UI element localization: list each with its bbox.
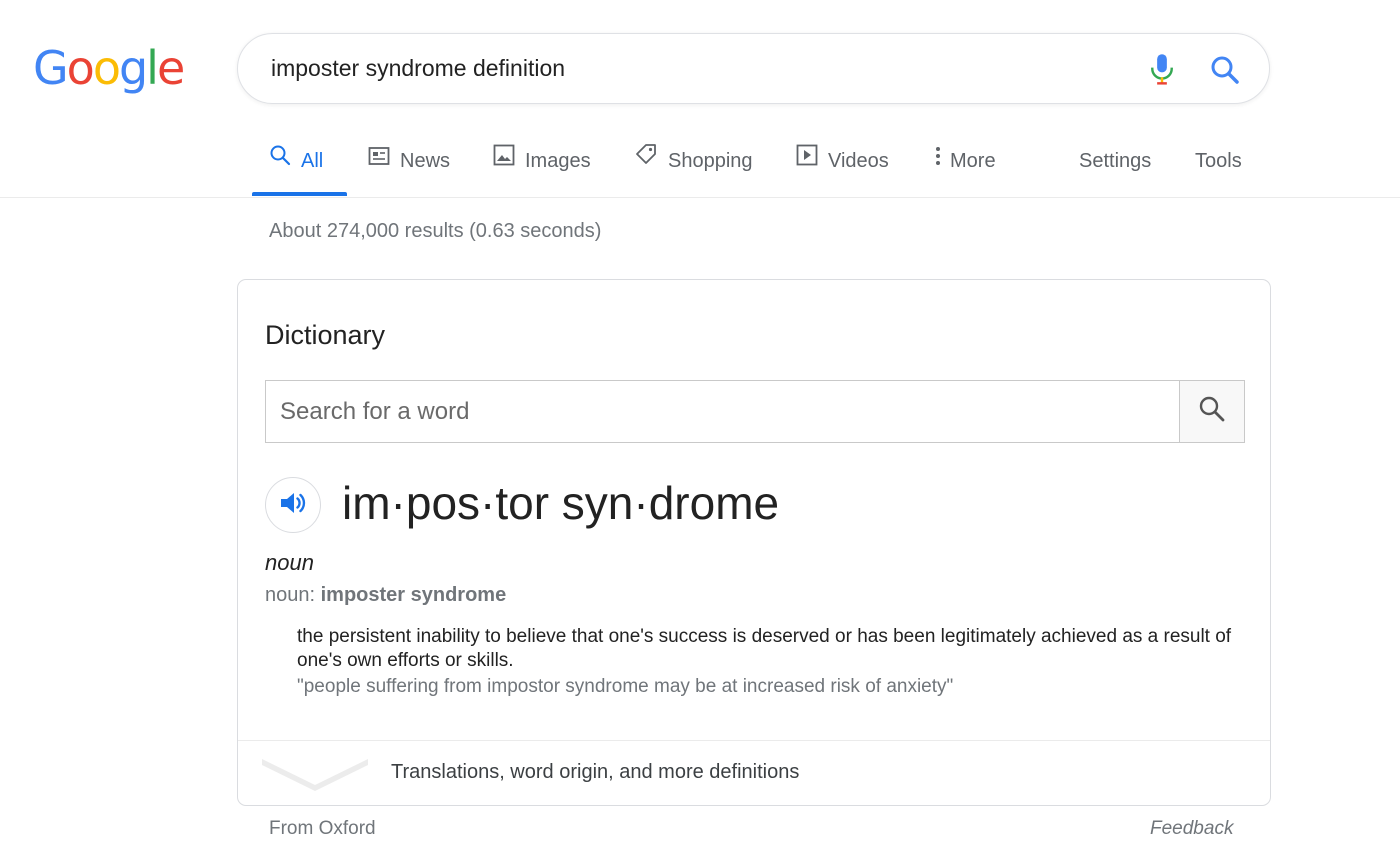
play-icon bbox=[796, 129, 818, 191]
more-definitions-toggle[interactable]: Translations, word origin, and more defi… bbox=[238, 741, 1270, 805]
example-sentence: "people suffering from impostor syndrome… bbox=[297, 676, 954, 697]
speaker-icon bbox=[279, 490, 307, 521]
variant-spelling: noun: imposter syndrome bbox=[265, 584, 506, 607]
dictionary-card: Dictionary im·pos·tor syn·drome noun nou… bbox=[237, 279, 1271, 806]
feedback-link[interactable]: Feedback bbox=[1150, 818, 1233, 840]
dictionary-search bbox=[265, 380, 1245, 443]
tab-images[interactable]: Images bbox=[493, 130, 591, 196]
tab-all[interactable]: All bbox=[269, 130, 323, 196]
logo-letter: o bbox=[66, 41, 95, 95]
part-of-speech: noun bbox=[265, 550, 314, 575]
definition-text: the persistent inability to believe that… bbox=[297, 626, 1232, 671]
card-title: Dictionary bbox=[265, 320, 386, 350]
tab-label: Tools bbox=[1195, 150, 1242, 172]
pronunciation-button[interactable] bbox=[265, 477, 321, 533]
dictionary-search-input[interactable] bbox=[266, 381, 1178, 442]
logo-letter: G bbox=[33, 41, 69, 95]
search-icon[interactable] bbox=[1208, 53, 1242, 87]
tab-label: More bbox=[950, 150, 996, 172]
image-icon bbox=[493, 129, 515, 191]
microphone-icon[interactable] bbox=[1147, 53, 1177, 87]
tabs-divider bbox=[0, 197, 1400, 198]
tab-label: Settings bbox=[1079, 150, 1152, 172]
newspaper-icon bbox=[368, 129, 390, 191]
headword: im·pos·tor syn·drome bbox=[342, 477, 780, 529]
tab-settings[interactable]: Settings bbox=[1079, 130, 1151, 196]
logo-letter: o bbox=[92, 41, 121, 95]
more-vertical-icon bbox=[934, 129, 942, 191]
tab-label: Images bbox=[525, 150, 591, 172]
tab-label: News bbox=[400, 150, 451, 172]
dictionary-search-button[interactable] bbox=[1179, 381, 1244, 442]
tab-label: All bbox=[301, 150, 324, 172]
variant-term: imposter syndrome bbox=[320, 584, 507, 606]
search-tabs: All News Images Shopping Videos More Set… bbox=[0, 130, 1400, 198]
search-input[interactable] bbox=[271, 34, 1121, 103]
tab-label: Videos bbox=[828, 150, 889, 172]
active-tab-indicator bbox=[252, 192, 347, 196]
tab-more[interactable]: More bbox=[934, 130, 996, 196]
search-icon bbox=[269, 129, 291, 191]
tab-news[interactable]: News bbox=[368, 130, 450, 196]
search-box[interactable] bbox=[237, 33, 1270, 104]
tab-shopping[interactable]: Shopping bbox=[634, 130, 753, 196]
results-count: About 274,000 results (0.63 seconds) bbox=[269, 220, 602, 242]
tab-tools[interactable]: Tools bbox=[1195, 130, 1242, 196]
logo-letter: l bbox=[146, 41, 159, 95]
google-logo[interactable]: Google bbox=[33, 38, 185, 98]
more-definitions-label: Translations, word origin, and more defi… bbox=[391, 761, 800, 783]
search-icon bbox=[1197, 394, 1227, 429]
search-results-page: Google All News bbox=[0, 0, 1400, 864]
chevron-down-icon bbox=[262, 755, 368, 796]
variant-prefix: noun: bbox=[265, 584, 321, 606]
logo-letter: e bbox=[156, 41, 185, 95]
source-attribution: From Oxford bbox=[269, 818, 376, 839]
logo-letter: g bbox=[118, 41, 148, 95]
tab-videos[interactable]: Videos bbox=[796, 130, 889, 196]
tab-label: Shopping bbox=[668, 150, 753, 172]
tag-icon bbox=[634, 129, 658, 191]
